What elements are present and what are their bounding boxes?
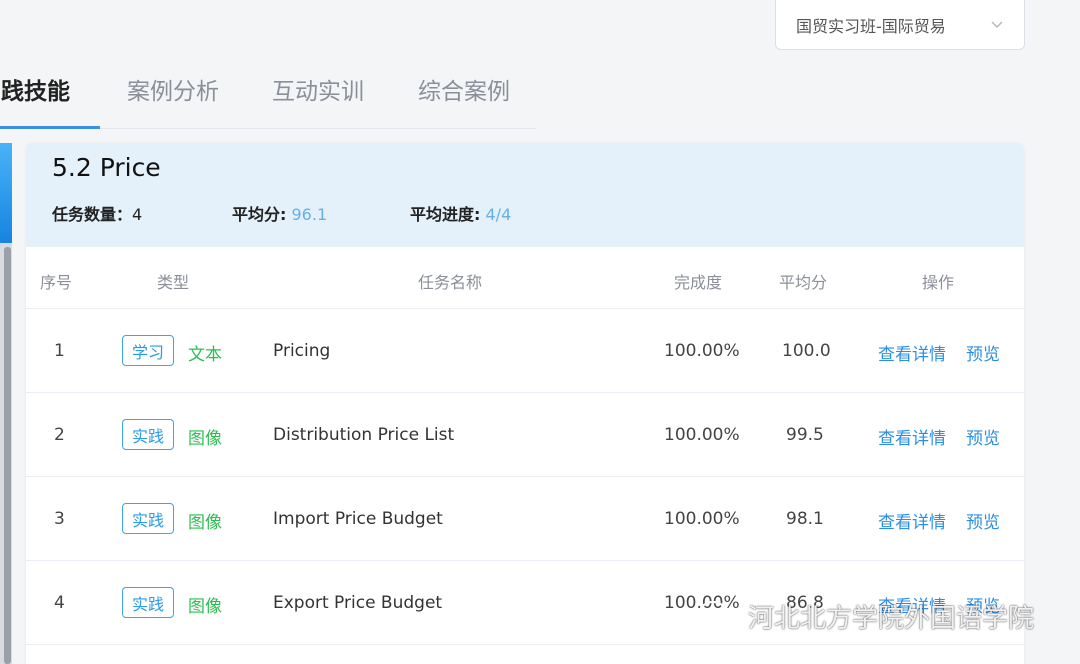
completion-value: 100.00% xyxy=(664,341,740,361)
card-stats: 任务数量：4 平均分: 96.1 平均进度: 4/4 xyxy=(52,201,1024,225)
col-header-actions: 操作 xyxy=(922,273,955,292)
task-count-label: 任务数量： xyxy=(52,205,133,224)
avg-score-label: 平均分: xyxy=(232,205,287,224)
task-name: Distribution Price List xyxy=(273,425,455,445)
table-row: 1 学习 文本 Pricing 100.00% 100.0 查看详情 预览 xyxy=(26,309,1024,393)
preview-link[interactable]: 预览 xyxy=(966,508,1000,533)
view-details-link[interactable]: 查看详情 xyxy=(878,340,946,365)
watermark: 河北北方学院外国语学院 xyxy=(698,596,1034,636)
class-select[interactable]: 国贸实习班-国际贸易 xyxy=(775,0,1025,50)
table-row: 2 实践 图像 Distribution Price List 100.00% … xyxy=(26,393,1024,477)
col-header-task-name: 任务名称 xyxy=(418,273,483,292)
wechat-logo-icon xyxy=(698,599,738,633)
score-value: 98.1 xyxy=(786,509,824,529)
content-kind-label: 图像 xyxy=(188,513,222,533)
row-index: 3 xyxy=(54,509,65,529)
task-type-badge: 实践 xyxy=(122,419,174,450)
preview-link[interactable]: 预览 xyxy=(966,340,1000,365)
task-card: 5.2 Price 任务数量：4 平均分: 96.1 平均进度: 4/4 序号 … xyxy=(26,143,1024,664)
score-value: 100.0 xyxy=(782,341,831,361)
active-tab-indicator xyxy=(0,126,100,129)
row-index: 2 xyxy=(54,425,65,445)
row-index: 1 xyxy=(54,341,65,361)
task-count-value: 4 xyxy=(132,205,143,224)
watermark-text: 河北北方学院外国语学院 xyxy=(748,603,1035,634)
task-name: Export Price Budget xyxy=(273,593,443,613)
avg-score-stat: 平均分: 96.1 xyxy=(232,201,327,225)
content-kind-label: 图像 xyxy=(188,597,222,617)
tab-case-analysis[interactable]: 案例分析 xyxy=(127,72,219,106)
avg-score-value: 96.1 xyxy=(291,205,328,224)
score-value: 99.5 xyxy=(786,425,824,445)
content-kind-label: 文本 xyxy=(188,345,222,365)
tab-interactive-training[interactable]: 互动实训 xyxy=(272,72,364,106)
page: 国贸实习班-国际贸易 实践技能 案例分析 互动实训 综合案例 5.2 Price… xyxy=(0,0,1080,664)
col-header-index: 序号 xyxy=(40,273,73,292)
task-type-badge: 实践 xyxy=(122,587,174,618)
chevron-down-icon xyxy=(990,18,1004,32)
tab-bar: 实践技能 案例分析 互动实训 综合案例 xyxy=(0,60,536,129)
tab-practice-skills[interactable]: 实践技能 xyxy=(0,72,70,106)
chapter-title: 5.2 Price xyxy=(52,153,161,182)
task-type-badge: 实践 xyxy=(122,503,174,534)
side-panel-thumbnail xyxy=(0,143,12,243)
completion-value: 100.00% xyxy=(664,425,740,445)
content-kind-label: 图像 xyxy=(188,429,222,449)
completion-value: 100.00% xyxy=(664,509,740,529)
col-header-completion: 完成度 xyxy=(674,273,723,292)
avg-progress-value: 4/4 xyxy=(485,205,512,224)
card-header: 5.2 Price 任务数量：4 平均分: 96.1 平均进度: 4/4 xyxy=(26,143,1024,247)
task-count-stat: 任务数量：4 xyxy=(52,201,142,225)
task-type-badge: 学习 xyxy=(122,335,174,366)
avg-progress-label: 平均进度: xyxy=(410,205,481,224)
view-details-link[interactable]: 查看详情 xyxy=(878,508,946,533)
col-header-type: 类型 xyxy=(157,273,190,292)
table-row: 3 实践 图像 Import Price Budget 100.00% 98.1… xyxy=(26,477,1024,561)
scrollbar-thumb[interactable] xyxy=(4,247,11,664)
tab-comprehensive-case[interactable]: 综合案例 xyxy=(418,72,510,106)
class-select-value: 国贸实习班-国际贸易 xyxy=(796,16,946,36)
task-name: Pricing xyxy=(273,341,331,361)
side-panel-edge xyxy=(0,143,12,664)
avg-progress-stat: 平均进度: 4/4 xyxy=(410,201,511,225)
view-details-link[interactable]: 查看详情 xyxy=(878,424,946,449)
task-name: Import Price Budget xyxy=(273,509,443,529)
col-header-avg-score: 平均分 xyxy=(779,273,828,292)
row-index: 4 xyxy=(54,593,65,613)
preview-link[interactable]: 预览 xyxy=(966,424,1000,449)
table-header: 序号 类型 任务名称 完成度 平均分 操作 xyxy=(26,247,1024,309)
